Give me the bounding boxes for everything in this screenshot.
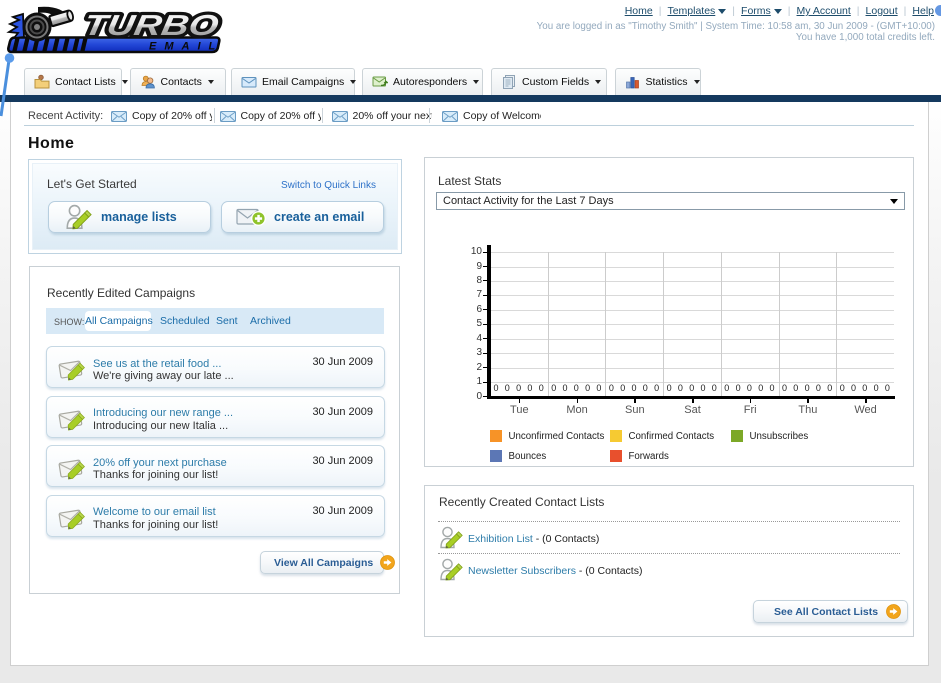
svg-text:TURBO: TURBO	[81, 10, 221, 42]
svg-text:EMAIL: EMAIL	[149, 41, 223, 53]
